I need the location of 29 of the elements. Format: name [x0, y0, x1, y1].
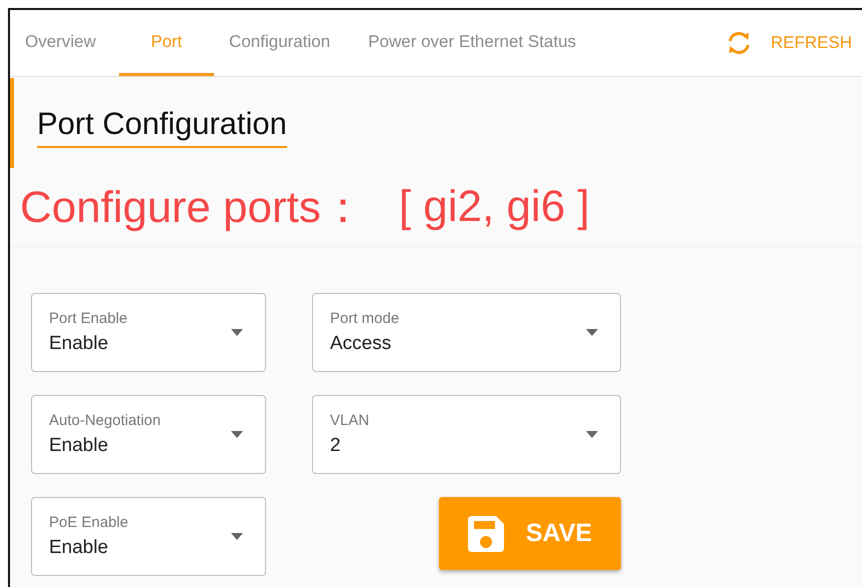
tab[interactable]: Power over Ethernet Status — [353, 10, 600, 76]
field-value: 2 — [330, 435, 342, 457]
field-label: Port mode — [330, 310, 400, 327]
save-button[interactable]: SAVE — [439, 497, 621, 570]
section-title: Port Configuration — [37, 106, 287, 148]
select-field[interactable]: VLAN 2 — [312, 395, 621, 474]
dropdown-caret-icon — [231, 329, 243, 336]
tab[interactable]: Port — [118, 10, 214, 76]
field-value: Enable — [49, 435, 110, 457]
dropdown-caret-icon — [586, 329, 598, 336]
dropdown-caret-icon — [231, 431, 243, 438]
field-label: VLAN — [330, 412, 370, 429]
port-list: [ gi2, gi6 ] — [398, 182, 590, 232]
field-value: Enable — [49, 537, 110, 559]
select-field[interactable]: Auto-Negotiation Enable — [31, 395, 266, 474]
tab[interactable]: Overview — [10, 10, 119, 76]
select-field[interactable]: Port Enable Enable — [31, 293, 266, 372]
field-label: Port Enable — [49, 310, 128, 327]
dropdown-caret-icon — [586, 431, 598, 438]
refresh-button[interactable]: REFRESH — [724, 10, 862, 76]
configure-label: Configure ports： — [20, 182, 365, 234]
dropdown-caret-icon — [231, 533, 243, 540]
field-label: Auto-Negotiation — [49, 412, 162, 429]
tab[interactable]: Configuration — [214, 10, 354, 76]
field-label: PoE Enable — [49, 514, 130, 531]
field-value: Enable — [49, 333, 110, 355]
select-field[interactable]: PoE Enable Enable — [31, 497, 266, 576]
field-value: Access — [330, 333, 392, 355]
select-field[interactable]: Port mode Access — [312, 293, 621, 372]
